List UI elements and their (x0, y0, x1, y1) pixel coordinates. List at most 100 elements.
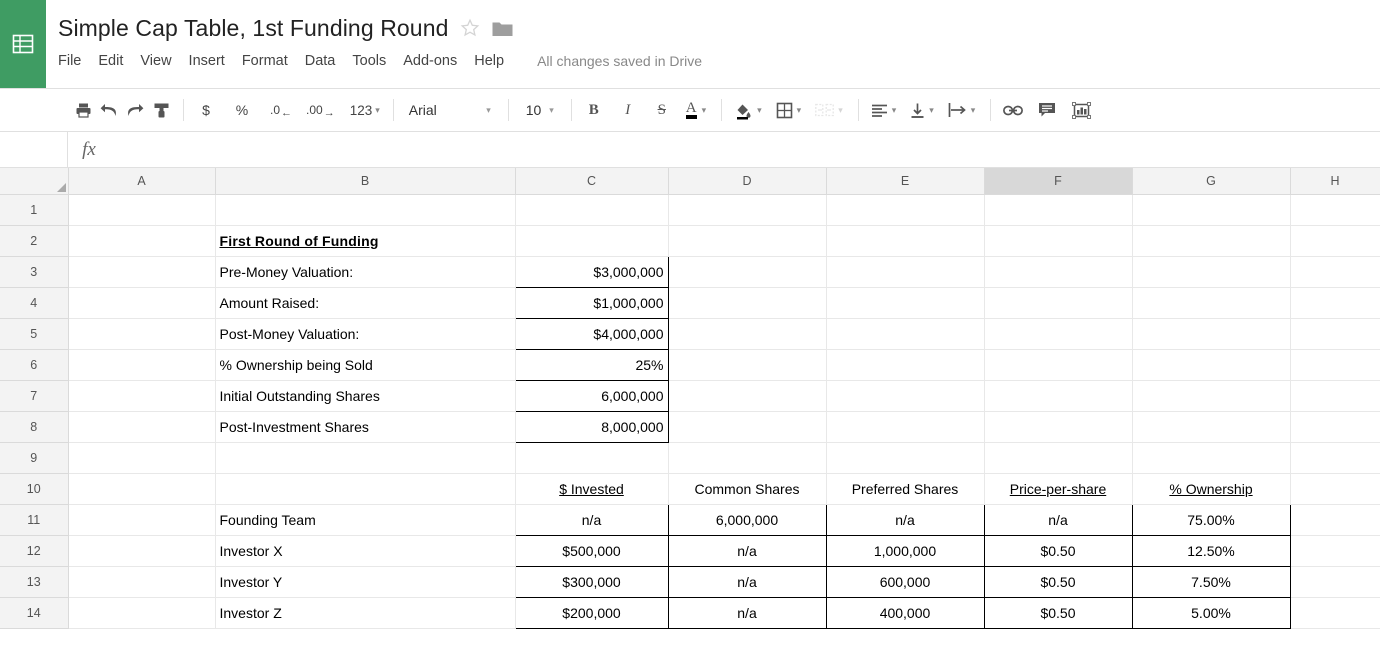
cell-b13[interactable]: Investor Y (215, 566, 515, 597)
cell-c9[interactable] (515, 442, 668, 473)
menu-item-insert[interactable]: Insert (189, 50, 234, 72)
cell-a14[interactable] (68, 597, 215, 628)
cell-e14[interactable]: 400,000 (826, 597, 984, 628)
insert-comment-icon[interactable] (1034, 96, 1060, 124)
cell-d5[interactable] (668, 318, 826, 349)
cell-c8[interactable]: 8,000,000 (515, 411, 668, 442)
percent-format-button[interactable]: % (229, 96, 255, 124)
select-all-corner[interactable] (0, 168, 68, 194)
cell-g4[interactable] (1132, 287, 1290, 318)
insert-chart-icon[interactable] (1068, 96, 1094, 124)
cell-h13[interactable] (1290, 566, 1380, 597)
cell-b4[interactable]: Amount Raised: (215, 287, 515, 318)
cell-e11[interactable]: n/a (826, 504, 984, 535)
menu-item-data[interactable]: Data (305, 50, 345, 72)
cell-g5[interactable] (1132, 318, 1290, 349)
cell-e7[interactable] (826, 380, 984, 411)
cell-a9[interactable] (68, 442, 215, 473)
cell-e13[interactable]: 600,000 (826, 566, 984, 597)
cell-g8[interactable] (1132, 411, 1290, 442)
cell-a10[interactable] (68, 473, 215, 504)
bold-button[interactable]: B (581, 96, 607, 124)
cell-h9[interactable] (1290, 442, 1380, 473)
row-header-4[interactable]: 4 (0, 287, 68, 318)
cell-b8[interactable]: Post-Investment Shares (215, 411, 515, 442)
cell-b6[interactable]: % Ownership being Sold (215, 349, 515, 380)
column-header-h[interactable]: H (1290, 168, 1380, 194)
cell-b7[interactable]: Initial Outstanding Shares (215, 380, 515, 411)
cell-c12[interactable]: $500,000 (515, 535, 668, 566)
cell-h3[interactable] (1290, 256, 1380, 287)
cell-f2[interactable] (984, 225, 1132, 256)
cell-c13[interactable]: $300,000 (515, 566, 668, 597)
cell-a11[interactable] (68, 504, 215, 535)
cell-f14[interactable]: $0.50 (984, 597, 1132, 628)
font-size-dropdown[interactable]: 10 ▾ (518, 96, 562, 124)
cell-h7[interactable] (1290, 380, 1380, 411)
menu-item-view[interactable]: View (140, 50, 180, 72)
cell-a13[interactable] (68, 566, 215, 597)
cell-f10[interactable]: Price-per-share (984, 473, 1132, 504)
cell-g3[interactable] (1132, 256, 1290, 287)
cell-g7[interactable] (1132, 380, 1290, 411)
name-box[interactable] (0, 132, 68, 167)
cell-b14[interactable]: Investor Z (215, 597, 515, 628)
italic-button[interactable]: I (615, 96, 641, 124)
cell-g13[interactable]: 7.50% (1132, 566, 1290, 597)
cell-d13[interactable]: n/a (668, 566, 826, 597)
menu-item-tools[interactable]: Tools (352, 50, 395, 72)
cell-f8[interactable] (984, 411, 1132, 442)
column-header-e[interactable]: E (826, 168, 984, 194)
row-header-1[interactable]: 1 (0, 194, 68, 225)
sheets-logo[interactable] (0, 0, 46, 88)
cell-f1[interactable] (984, 194, 1132, 225)
cell-c6[interactable]: 25% (515, 349, 668, 380)
cell-b10[interactable] (215, 473, 515, 504)
cell-c11[interactable]: n/a (515, 504, 668, 535)
cell-c4[interactable]: $1,000,000 (515, 287, 668, 318)
row-header-6[interactable]: 6 (0, 349, 68, 380)
cell-f11[interactable]: n/a (984, 504, 1132, 535)
cell-d14[interactable]: n/a (668, 597, 826, 628)
page-title[interactable]: Simple Cap Table, 1st Funding Round (58, 14, 448, 42)
cell-c7[interactable]: 6,000,000 (515, 380, 668, 411)
cell-c10[interactable]: $ Invested (515, 473, 668, 504)
cell-c14[interactable]: $200,000 (515, 597, 668, 628)
insert-link-icon[interactable] (1000, 96, 1026, 124)
cell-e4[interactable] (826, 287, 984, 318)
menu-item-file[interactable]: File (58, 50, 90, 72)
cell-c5[interactable]: $4,000,000 (515, 318, 668, 349)
cell-h1[interactable] (1290, 194, 1380, 225)
cell-a3[interactable] (68, 256, 215, 287)
cell-b12[interactable]: Investor X (215, 535, 515, 566)
row-header-11[interactable]: 11 (0, 504, 68, 535)
cell-a7[interactable] (68, 380, 215, 411)
row-header-13[interactable]: 13 (0, 566, 68, 597)
cell-e10[interactable]: Preferred Shares (826, 473, 984, 504)
cell-d10[interactable]: Common Shares (668, 473, 826, 504)
cell-d12[interactable]: n/a (668, 535, 826, 566)
cell-c3[interactable]: $3,000,000 (515, 256, 668, 287)
cell-h6[interactable] (1290, 349, 1380, 380)
cell-d11[interactable]: 6,000,000 (668, 504, 826, 535)
cell-g12[interactable]: 12.50% (1132, 535, 1290, 566)
cell-h10[interactable] (1290, 473, 1380, 504)
borders-icon[interactable]: ▾ (773, 96, 805, 124)
row-header-7[interactable]: 7 (0, 380, 68, 411)
cell-b3[interactable]: Pre-Money Valuation: (215, 256, 515, 287)
increase-decimal-button[interactable]: .00 → (303, 96, 338, 124)
cell-b5[interactable]: Post-Money Valuation: (215, 318, 515, 349)
row-header-8[interactable]: 8 (0, 411, 68, 442)
cell-g9[interactable] (1132, 442, 1290, 473)
cell-g2[interactable] (1132, 225, 1290, 256)
cell-c1[interactable] (515, 194, 668, 225)
strikethrough-button[interactable]: S (649, 96, 675, 124)
cell-h11[interactable] (1290, 504, 1380, 535)
text-wrap-icon[interactable]: ▾ (945, 96, 979, 124)
cell-g14[interactable]: 5.00% (1132, 597, 1290, 628)
cell-d1[interactable] (668, 194, 826, 225)
cell-a4[interactable] (68, 287, 215, 318)
cell-h8[interactable] (1290, 411, 1380, 442)
cell-e6[interactable] (826, 349, 984, 380)
fill-color-icon[interactable]: ▾ (731, 96, 765, 124)
